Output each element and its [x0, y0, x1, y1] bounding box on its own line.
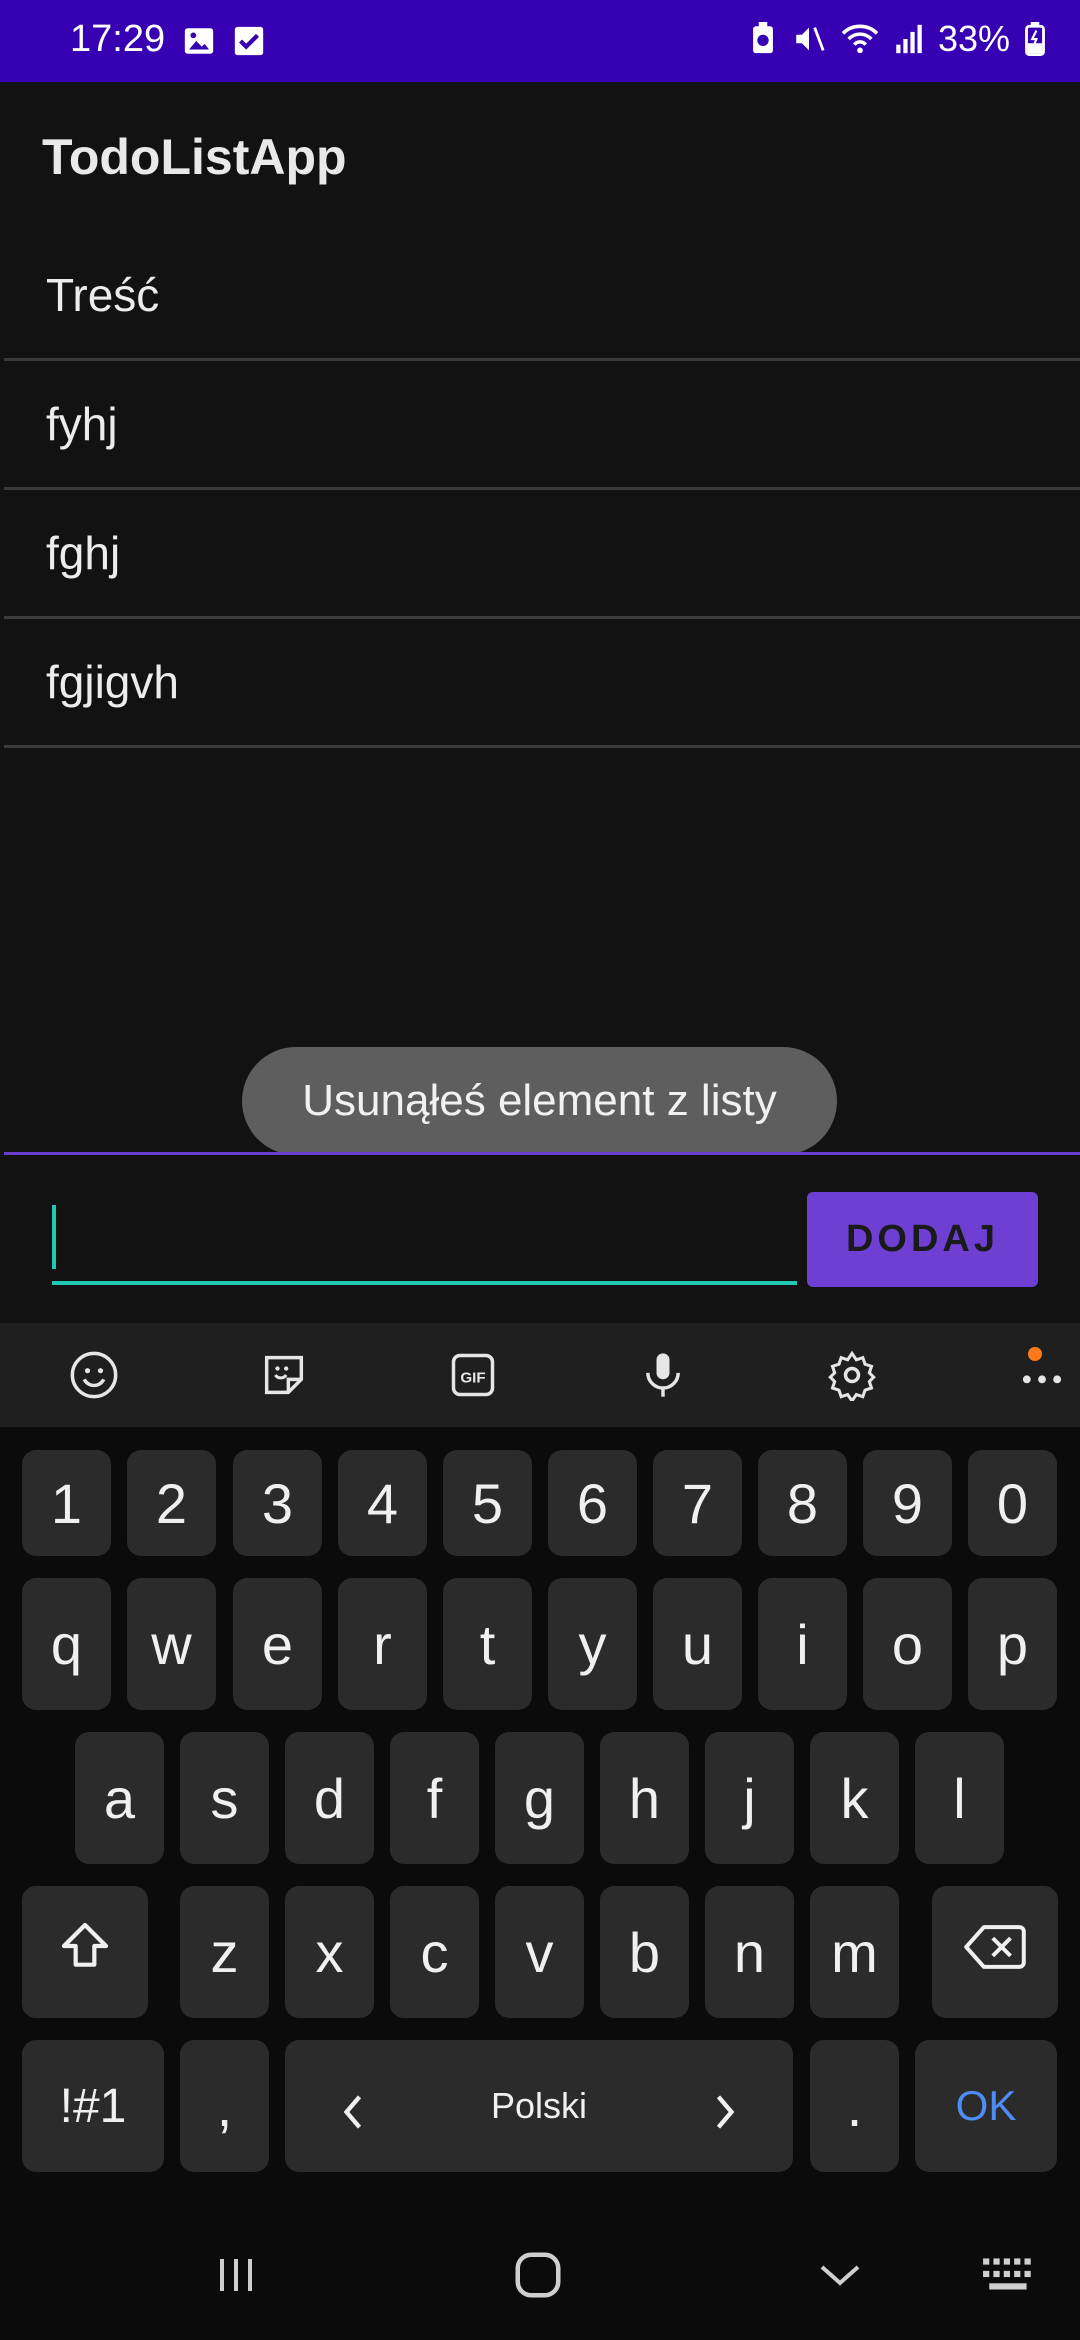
- emoji-icon[interactable]: [64, 1345, 124, 1405]
- language-label: Polski: [490, 2085, 588, 2126]
- key-a[interactable]: a: [75, 1732, 164, 1864]
- key-e[interactable]: e: [233, 1578, 322, 1710]
- key-b[interactable]: b: [600, 1886, 689, 2018]
- list-item-text: Treść: [46, 269, 160, 321]
- status-time: 17:29: [70, 18, 166, 60]
- backspace-key[interactable]: [932, 1886, 1058, 2018]
- key-k[interactable]: k: [810, 1732, 899, 1864]
- backspace-icon: [964, 1920, 1026, 1985]
- status-bar: 17:29 33%: [0, 0, 1080, 82]
- key-o[interactable]: o: [863, 1578, 952, 1710]
- svg-text:GIF: GIF: [460, 1370, 485, 1387]
- app-bar: TodoListApp: [0, 82, 1080, 232]
- back-icon[interactable]: [800, 2240, 880, 2310]
- checkbox-notification-icon: [232, 24, 266, 58]
- navigation-bar: [0, 2210, 1080, 2340]
- gallery-notification-icon: [182, 24, 216, 58]
- ok-key[interactable]: OK: [915, 2040, 1057, 2172]
- key-i[interactable]: i: [758, 1578, 847, 1710]
- key-s[interactable]: s: [180, 1732, 269, 1864]
- key-v[interactable]: v: [495, 1886, 584, 2018]
- key-f[interactable]: f: [390, 1732, 479, 1864]
- key-y[interactable]: y: [548, 1578, 637, 1710]
- space-key[interactable]: Polski: [285, 2040, 793, 2172]
- keyboard-switch-icon[interactable]: [970, 2240, 1050, 2310]
- status-notification-icons: [182, 24, 266, 58]
- status-system-icons: 33%: [748, 18, 1046, 60]
- key-5[interactable]: 5: [443, 1450, 532, 1556]
- key-2[interactable]: 2: [127, 1450, 216, 1556]
- list-item-text: fgjigvh: [46, 656, 179, 708]
- battery-percent: 33%: [937, 18, 1010, 59]
- notification-dot: [1028, 1347, 1042, 1361]
- key-l[interactable]: l: [915, 1732, 1004, 1864]
- shift-icon: [57, 1918, 113, 1987]
- list-item[interactable]: Treść: [4, 232, 1080, 361]
- key-6[interactable]: 6: [548, 1450, 637, 1556]
- chevron-left-icon: [340, 2082, 366, 2147]
- key-z[interactable]: z: [180, 1886, 269, 2018]
- keyboard: GIF 1 2 3 4 5 6 7 8 9 0 q w e r t y u i …: [0, 1323, 1080, 2210]
- settings-icon[interactable]: [822, 1345, 882, 1405]
- shift-key[interactable]: [22, 1886, 148, 2018]
- list-item-text: fyhj: [46, 398, 118, 450]
- todo-input[interactable]: [64, 1197, 784, 1281]
- home-icon[interactable]: [498, 2240, 578, 2310]
- period-key[interactable]: .: [810, 2040, 899, 2172]
- key-0[interactable]: 0: [968, 1450, 1057, 1556]
- mute-icon: [792, 22, 826, 56]
- gif-icon[interactable]: GIF: [443, 1345, 503, 1405]
- add-button[interactable]: DODAJ: [807, 1192, 1038, 1287]
- key-p[interactable]: p: [968, 1578, 1057, 1710]
- input-area: DODAJ: [0, 1155, 1080, 1323]
- todo-text-field[interactable]: [52, 1197, 797, 1285]
- todo-list: Treść fyhj fghj fgjigvh: [0, 232, 1080, 748]
- key-3[interactable]: 3: [233, 1450, 322, 1556]
- text-cursor: [52, 1205, 56, 1269]
- key-8[interactable]: 8: [758, 1450, 847, 1556]
- key-1[interactable]: 1: [22, 1450, 111, 1556]
- list-item[interactable]: fghj: [4, 490, 1080, 619]
- sticker-icon[interactable]: [254, 1345, 314, 1405]
- key-c[interactable]: c: [390, 1886, 479, 2018]
- key-n[interactable]: n: [705, 1886, 794, 2018]
- key-r[interactable]: r: [338, 1578, 427, 1710]
- list-item[interactable]: fgjigvh: [4, 619, 1080, 748]
- key-9[interactable]: 9: [863, 1450, 952, 1556]
- toast-message: Usunąłeś element z listy: [242, 1047, 837, 1155]
- recent-apps-icon[interactable]: [196, 2240, 276, 2310]
- app-title: TodoListApp: [42, 129, 347, 185]
- list-item[interactable]: fyhj: [4, 361, 1080, 490]
- signal-icon: [894, 22, 924, 56]
- key-h[interactable]: h: [600, 1732, 689, 1864]
- symbols-key[interactable]: !#1: [22, 2040, 164, 2172]
- key-u[interactable]: u: [653, 1578, 742, 1710]
- key-g[interactable]: g: [495, 1732, 584, 1864]
- key-q[interactable]: q: [22, 1578, 111, 1710]
- key-j[interactable]: j: [705, 1732, 794, 1864]
- key-t[interactable]: t: [443, 1578, 532, 1710]
- key-x[interactable]: x: [285, 1886, 374, 2018]
- more-icon[interactable]: [1012, 1345, 1072, 1405]
- comma-key[interactable]: ,: [180, 2040, 269, 2172]
- key-4[interactable]: 4: [338, 1450, 427, 1556]
- key-m[interactable]: m: [810, 1886, 899, 2018]
- list-item-text: fghj: [46, 527, 121, 579]
- key-7[interactable]: 7: [653, 1450, 742, 1556]
- battery-saver-icon: [748, 22, 778, 56]
- key-d[interactable]: d: [285, 1732, 374, 1864]
- wifi-icon: [840, 22, 880, 56]
- key-w[interactable]: w: [127, 1578, 216, 1710]
- microphone-icon[interactable]: [633, 1345, 693, 1405]
- battery-charging-icon: [1024, 22, 1046, 56]
- chevron-right-icon: [712, 2082, 738, 2147]
- keyboard-toolbar: GIF: [0, 1323, 1080, 1427]
